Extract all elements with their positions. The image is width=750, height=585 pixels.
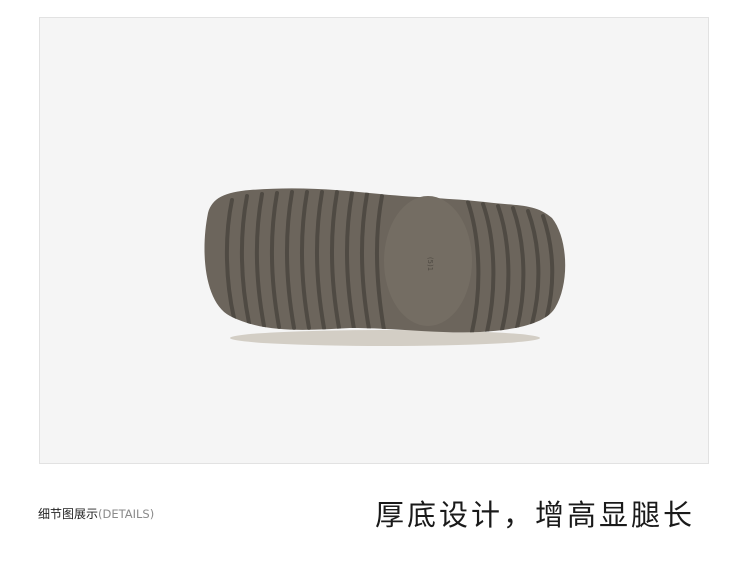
headline: 厚底设计，增高显腿长 bbox=[375, 498, 696, 532]
product-photo: (5)1 bbox=[39, 17, 709, 464]
detail-label-zh: 细节图展示 bbox=[38, 507, 99, 521]
detail-label-en: (DETAILS) bbox=[98, 507, 155, 521]
shoe-sole-image: (5)1 bbox=[204, 188, 566, 346]
detail-section-label: 细节图展示(DETAILS) bbox=[38, 505, 154, 522]
sole-imprint-text: (5)1 bbox=[426, 257, 434, 271]
